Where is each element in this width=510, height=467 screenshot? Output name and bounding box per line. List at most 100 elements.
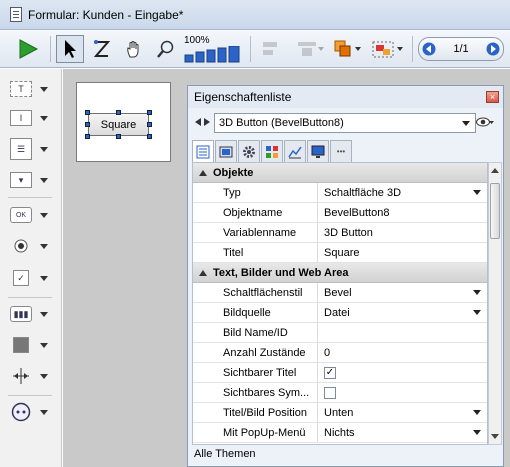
entry-order-button[interactable] <box>88 35 116 63</box>
previous-object-icon[interactable] <box>195 118 201 126</box>
property-key: Sichtbares Sym... <box>223 386 310 399</box>
tab-more[interactable]: ••• <box>330 140 352 162</box>
property-row[interactable]: Schaltflächenstil Bevel <box>193 283 487 303</box>
gear-icon <box>243 145 255 158</box>
form-area[interactable]: Square <box>76 82 171 162</box>
property-row[interactable]: Variablenname 3D Button <box>193 223 487 243</box>
radio-tool[interactable] <box>10 235 55 257</box>
collapse-triangle-icon <box>199 169 207 176</box>
zoom-tool-button[interactable] <box>152 35 180 63</box>
visible-icon-checkbox[interactable] <box>324 386 336 399</box>
chevron-down-icon <box>40 342 48 348</box>
window-title-bar: Formular: Kunden - Eingabe* <box>0 0 510 30</box>
property-value-dropdown[interactable]: Bevel <box>317 283 487 302</box>
section-header[interactable]: Text, Bilder und Web Area <box>193 263 487 283</box>
dropdown-tool[interactable]: ▾ <box>10 169 55 191</box>
chevron-down-icon <box>473 290 481 295</box>
shape-tool[interactable] <box>10 334 55 356</box>
tab-all-properties[interactable] <box>192 140 214 163</box>
chevron-down-icon <box>40 311 48 317</box>
property-row[interactable]: Bild Name/ID <box>193 323 487 343</box>
panel-title: Eigenschaftenliste <box>194 90 292 104</box>
property-value-dropdown[interactable]: Unten <box>317 403 487 422</box>
selected-object-label: 3D Button (BevelButton8) <box>219 117 344 129</box>
align-icon <box>263 42 277 55</box>
property-row[interactable]: Titel/Bild Position Unten <box>193 403 487 423</box>
object-selector-dropdown[interactable]: 3D Button (BevelButton8) <box>214 113 476 133</box>
property-value[interactable]: Square <box>317 243 487 262</box>
checkbox-tool[interactable]: ✓ <box>10 267 55 289</box>
field-tool[interactable]: I <box>10 107 55 129</box>
object-palette: T I ☰ ▾ OK ✓ ▮▮▮ <box>0 69 62 467</box>
property-value[interactable]: BevelButton8 <box>317 203 487 222</box>
ok-button-icon: OK <box>10 207 32 223</box>
selection-handle[interactable] <box>147 122 152 127</box>
property-value[interactable] <box>317 323 487 342</box>
property-key: Variablenname <box>223 226 297 239</box>
property-scrollbar[interactable] <box>488 162 502 445</box>
selection-handle[interactable] <box>85 110 90 115</box>
scroll-up-icon[interactable] <box>491 168 499 173</box>
property-row[interactable]: Sichtbarer Titel ✓ <box>193 363 487 383</box>
selection-handle[interactable] <box>147 110 152 115</box>
property-value-dropdown[interactable]: Schaltfläche 3D <box>317 183 487 202</box>
property-grid: Objekte Typ Schaltfläche 3D Objektname Bev… <box>192 162 488 445</box>
rectangle-icon <box>13 337 29 353</box>
tab-events[interactable] <box>238 140 260 162</box>
level-button[interactable] <box>330 35 366 63</box>
theme-filter[interactable]: Alle Themen <box>192 445 502 463</box>
run-form-button[interactable] <box>14 35 42 63</box>
select-tool-button[interactable] <box>56 35 84 63</box>
property-value-dropdown[interactable]: Nichts <box>317 423 487 442</box>
radio-button-icon <box>10 238 32 254</box>
distribute-button[interactable] <box>292 35 328 63</box>
property-key: Mit PopUp-Menü <box>223 426 306 439</box>
scroll-thumb[interactable] <box>490 183 500 239</box>
property-row[interactable]: Objektname BevelButton8 <box>193 203 487 223</box>
property-list-panel: Eigenschaftenliste × 3D Button (BevelBut… <box>187 85 504 467</box>
layers-icon <box>334 40 361 57</box>
selection-handle[interactable] <box>116 110 121 115</box>
eye-icon[interactable] <box>476 116 494 128</box>
selection-handle[interactable] <box>147 134 152 139</box>
property-value: Datei <box>324 306 350 319</box>
property-value[interactable]: 3D Button <box>317 223 487 242</box>
property-row[interactable]: Anzahl Zustände 0 <box>193 343 487 363</box>
property-value[interactable]: 0 <box>317 343 487 362</box>
align-button[interactable] <box>254 35 286 63</box>
ruler-tool[interactable]: ▮▮▮ <box>10 303 55 325</box>
selection-handle[interactable] <box>85 122 90 127</box>
visible-title-checkbox[interactable]: ✓ <box>324 366 336 379</box>
scroll-down-icon[interactable] <box>491 434 499 439</box>
close-icon[interactable]: × <box>486 91 499 103</box>
property-row[interactable]: Typ Schaltfläche 3D <box>193 183 487 203</box>
bevel-button-object[interactable]: Square <box>88 113 149 136</box>
property-checkbox-cell[interactable] <box>317 383 487 402</box>
splitter-tool[interactable] <box>10 365 55 387</box>
section-header[interactable]: Objekte <box>193 163 487 183</box>
property-row[interactable]: Titel Square <box>193 243 487 263</box>
tab-entry[interactable] <box>261 140 283 162</box>
plugin-tool[interactable] <box>10 401 55 423</box>
property-row[interactable]: Sichtbares Sym... <box>193 383 487 403</box>
property-row[interactable]: Mit PopUp-Menü Nichts <box>193 423 487 443</box>
page-navigator[interactable]: 1/1 <box>418 37 504 61</box>
group-button[interactable] <box>368 35 408 63</box>
tab-appearance[interactable] <box>215 140 237 162</box>
selection-handle[interactable] <box>85 134 90 139</box>
property-checkbox-cell[interactable]: ✓ <box>317 363 487 382</box>
next-object-icon[interactable] <box>204 118 210 126</box>
button-tool[interactable]: OK <box>10 204 55 226</box>
previous-page-icon[interactable] <box>422 42 436 56</box>
list-tool[interactable]: ☰ <box>10 136 55 162</box>
move-tool-button[interactable] <box>120 35 148 63</box>
tab-chart[interactable] <box>284 140 306 162</box>
next-page-icon[interactable] <box>486 42 500 56</box>
selection-handle[interactable] <box>116 134 121 139</box>
property-row[interactable]: Bildquelle Datei <box>193 303 487 323</box>
property-value-dropdown[interactable]: Datei <box>317 303 487 322</box>
tab-display[interactable] <box>307 140 329 162</box>
zoom-level-control[interactable]: 100% <box>184 35 246 63</box>
property-list-icon <box>196 145 210 159</box>
text-tool[interactable]: T <box>10 78 55 100</box>
